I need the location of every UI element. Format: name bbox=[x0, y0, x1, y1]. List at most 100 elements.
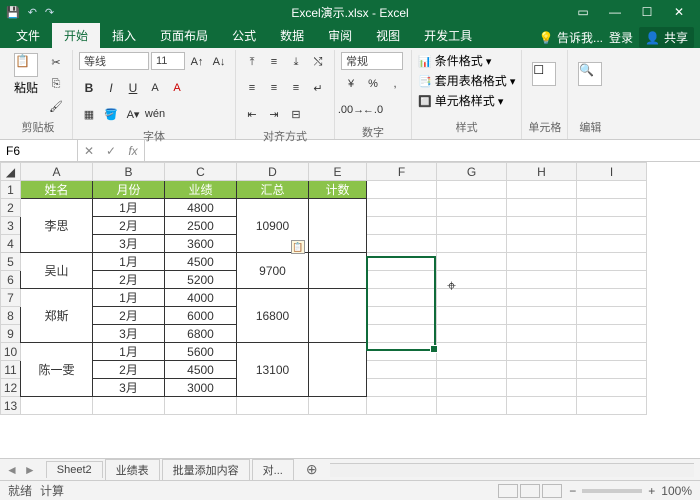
cell-I2[interactable] bbox=[577, 199, 647, 217]
wrap-text-icon[interactable]: ↵ bbox=[308, 78, 328, 98]
cell-H12[interactable] bbox=[507, 379, 577, 397]
cell-F9[interactable] bbox=[367, 325, 437, 343]
col-header-D[interactable]: D bbox=[237, 163, 309, 181]
tell-me[interactable]: 💡 告诉我... bbox=[539, 29, 603, 46]
login-button[interactable]: 登录 bbox=[609, 29, 633, 46]
cell-F1[interactable] bbox=[367, 181, 437, 199]
cell-H3[interactable] bbox=[507, 217, 577, 235]
cell-B4[interactable]: 3月 bbox=[93, 235, 165, 253]
comma-icon[interactable]: , bbox=[385, 74, 405, 94]
format-table-button[interactable]: 📑 套用表格格式 ▾ bbox=[418, 72, 515, 89]
row-header-4[interactable]: 4 bbox=[1, 235, 21, 253]
tab-view[interactable]: 视图 bbox=[364, 23, 412, 48]
bold-button[interactable]: B bbox=[79, 78, 99, 98]
cell-D13[interactable] bbox=[237, 397, 309, 415]
col-header-A[interactable]: A bbox=[21, 163, 93, 181]
tab-formula[interactable]: 公式 bbox=[220, 23, 268, 48]
cell-D7[interactable]: 16800 bbox=[237, 289, 309, 343]
ribbon-options-icon[interactable]: ▭ bbox=[568, 2, 598, 22]
cell-H7[interactable] bbox=[507, 289, 577, 307]
fill-color-icon[interactable]: 🪣 bbox=[101, 104, 121, 124]
cell-I3[interactable] bbox=[577, 217, 647, 235]
cell-I4[interactable] bbox=[577, 235, 647, 253]
row-header-9[interactable]: 9 bbox=[1, 325, 21, 343]
cell-G10[interactable] bbox=[437, 343, 507, 361]
font-color-a-icon[interactable]: A bbox=[167, 78, 187, 98]
cell-I13[interactable] bbox=[577, 397, 647, 415]
underline-button[interactable]: U bbox=[123, 78, 143, 98]
tab-nav-next[interactable]: ► bbox=[24, 463, 36, 477]
tab-insert[interactable]: 插入 bbox=[100, 23, 148, 48]
cell-B12[interactable]: 3月 bbox=[93, 379, 165, 397]
cell-B8[interactable]: 2月 bbox=[93, 307, 165, 325]
cell-H11[interactable] bbox=[507, 361, 577, 379]
row-header-2[interactable]: 2 bbox=[1, 199, 21, 217]
cell-H2[interactable] bbox=[507, 199, 577, 217]
maximize-icon[interactable]: ☐ bbox=[632, 2, 662, 22]
cell-H13[interactable] bbox=[507, 397, 577, 415]
sheet-tab-0[interactable]: Sheet2 bbox=[46, 461, 103, 478]
cell-H10[interactable] bbox=[507, 343, 577, 361]
cell-I7[interactable] bbox=[577, 289, 647, 307]
formula-input[interactable] bbox=[145, 140, 700, 161]
sheet-tab-1[interactable]: 业绩表 bbox=[105, 459, 160, 480]
undo-icon[interactable]: ↶ bbox=[28, 6, 37, 19]
cell-B10[interactable]: 1月 bbox=[93, 343, 165, 361]
cell-G2[interactable] bbox=[437, 199, 507, 217]
zoom-out-icon[interactable]: − bbox=[569, 484, 576, 498]
cell-I9[interactable] bbox=[577, 325, 647, 343]
cell-G9[interactable] bbox=[437, 325, 507, 343]
cell-F10[interactable] bbox=[367, 343, 437, 361]
merge-icon[interactable]: ⊟ bbox=[286, 104, 306, 124]
cell-F6[interactable] bbox=[367, 271, 437, 289]
row-header-3[interactable]: 3 bbox=[1, 217, 21, 235]
cell-A10[interactable]: 陈一雯 bbox=[21, 343, 93, 397]
cell-G13[interactable] bbox=[437, 397, 507, 415]
cut-icon[interactable]: ✂ bbox=[46, 52, 66, 72]
cell-B2[interactable]: 1月 bbox=[93, 199, 165, 217]
cell-D5[interactable]: 9700 bbox=[237, 253, 309, 289]
cell-C2[interactable]: 4800 bbox=[165, 199, 237, 217]
cell-C9[interactable]: 6800 bbox=[165, 325, 237, 343]
cell-E1[interactable]: 计数 bbox=[309, 181, 367, 199]
row-header-8[interactable]: 8 bbox=[1, 307, 21, 325]
cell-F2[interactable] bbox=[367, 199, 437, 217]
cell-I12[interactable] bbox=[577, 379, 647, 397]
row-header-5[interactable]: 5 bbox=[1, 253, 21, 271]
tab-nav-prev[interactable]: ◄ bbox=[6, 463, 18, 477]
cell-A7[interactable]: 郑斯 bbox=[21, 289, 93, 343]
cell-B5[interactable]: 1月 bbox=[93, 253, 165, 271]
row-header-7[interactable]: 7 bbox=[1, 289, 21, 307]
copy-icon[interactable]: ⎘ bbox=[46, 74, 66, 94]
cell-G7[interactable] bbox=[437, 289, 507, 307]
col-header-C[interactable]: C bbox=[165, 163, 237, 181]
italic-button[interactable]: I bbox=[101, 78, 121, 98]
cell-H9[interactable] bbox=[507, 325, 577, 343]
cell-B13[interactable] bbox=[93, 397, 165, 415]
row-header-11[interactable]: 11 bbox=[1, 361, 21, 379]
increase-font-icon[interactable]: A↑ bbox=[187, 52, 207, 72]
cell-E10[interactable] bbox=[309, 343, 367, 397]
new-sheet-button[interactable]: ⊕ bbox=[296, 459, 328, 480]
align-middle-icon[interactable]: ≡ bbox=[264, 52, 284, 72]
cell-D1[interactable]: 汇总 bbox=[237, 181, 309, 199]
paste-options-icon[interactable]: 📋 bbox=[291, 240, 305, 254]
align-bottom-icon[interactable]: ⤓ bbox=[286, 52, 306, 72]
cell-C8[interactable]: 6000 bbox=[165, 307, 237, 325]
cell-G5[interactable] bbox=[437, 253, 507, 271]
cell-G3[interactable] bbox=[437, 217, 507, 235]
phonetic-icon[interactable]: wén bbox=[145, 104, 165, 124]
cell-I1[interactable] bbox=[577, 181, 647, 199]
decrease-font-icon[interactable]: A↓ bbox=[209, 52, 229, 72]
fx-icon[interactable]: fx bbox=[122, 140, 144, 161]
cell-I8[interactable] bbox=[577, 307, 647, 325]
cell-C5[interactable]: 4500 bbox=[165, 253, 237, 271]
col-header-E[interactable]: E bbox=[309, 163, 367, 181]
cell-C4[interactable]: 3600 bbox=[165, 235, 237, 253]
cell-G1[interactable] bbox=[437, 181, 507, 199]
cell-C12[interactable]: 3000 bbox=[165, 379, 237, 397]
row-header-13[interactable]: 13 bbox=[1, 397, 21, 415]
cell-H4[interactable] bbox=[507, 235, 577, 253]
cell-G4[interactable] bbox=[437, 235, 507, 253]
cell-F11[interactable] bbox=[367, 361, 437, 379]
